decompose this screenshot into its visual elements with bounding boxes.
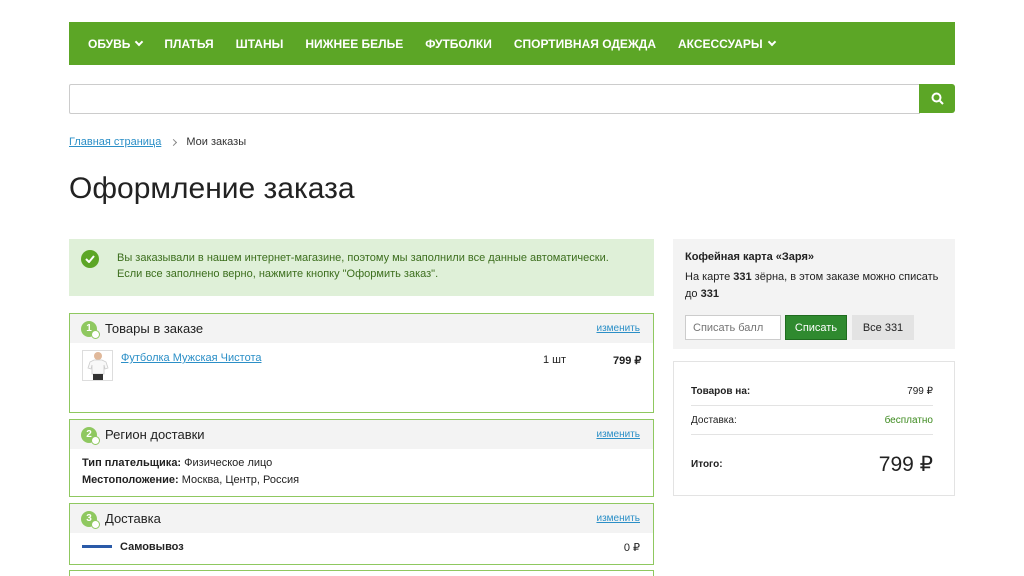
product-price: 799 ₽	[613, 355, 642, 367]
step-number-badge: 3	[81, 510, 100, 529]
product-name-link[interactable]: Футболка Мужская Чистота	[121, 352, 261, 364]
chevron-right-icon	[170, 138, 178, 146]
summary-total-label: Итого:	[691, 458, 723, 470]
coffee-card-title: Кофейная карта «Заря»	[685, 251, 815, 263]
nav-item-label: ФУТБОЛКИ	[425, 36, 492, 51]
delivery-price: 0 ₽	[623, 542, 640, 554]
notice-line: Вы заказывали в нашем интернет-магазине,…	[117, 252, 609, 264]
nav-item-underwear[interactable]: НИЖНЕЕ БЕЛЬЕ	[305, 37, 403, 51]
nav-item-pants[interactable]: ШТАНЫ	[236, 37, 284, 51]
tshirt-man-icon	[86, 352, 109, 380]
step-number-badge: 2	[81, 426, 100, 445]
nav-item-label: НИЖНЕЕ БЕЛЬЕ	[305, 36, 404, 51]
search-input[interactable]	[69, 84, 920, 114]
nav-item-accessories[interactable]: АКСЕССУАРЫ	[678, 36, 776, 51]
card-max-spend: 331	[700, 288, 719, 300]
nav-item-label: ШТАНЫ	[235, 36, 284, 51]
next-block	[69, 570, 654, 576]
goods-block-header: 1 Товары в заказе изменить	[70, 314, 653, 343]
spend-all-button[interactable]: Все 331	[852, 315, 914, 340]
goods-block: 1 Товары в заказе изменить Футболка Мужс…	[69, 313, 654, 413]
location-value: Москва, Центр, Россия	[181, 474, 300, 486]
summary-goods-label: Товаров на:	[691, 386, 751, 397]
summary-delivery-value: бесплатно	[884, 414, 933, 426]
delivery-method: Самовывоз	[120, 541, 184, 553]
card-text-prefix: На карте	[685, 271, 734, 283]
payer-type-row: Тип плательщика: Физическое лицо	[82, 455, 641, 472]
region-block-title: Регион доставки	[105, 427, 205, 442]
notice-line: Если все заполнено верно, нажмите кнопку…	[117, 268, 439, 280]
goods-block-title: Товары в заказе	[105, 321, 204, 336]
nav-item-label: ПЛАТЬЯ	[164, 36, 214, 51]
spend-points-input[interactable]	[685, 315, 781, 340]
nav-item-label: СПОРТИВНАЯ ОДЕЖДА	[513, 36, 656, 51]
summary-goods-value: 799 ₽	[907, 386, 933, 397]
goods-edit-link[interactable]: изменить	[596, 323, 640, 334]
breadcrumb-home-link[interactable]: Главная страница	[69, 136, 161, 148]
page-title: Оформление заказа	[69, 172, 355, 205]
notice-text: Вы заказывали в нашем интернет-магазине,…	[117, 250, 609, 285]
coffee-card-actions: Списать Все 331	[685, 315, 943, 340]
chevron-down-icon	[767, 37, 776, 46]
payer-type-value: Физическое лицо	[184, 457, 273, 469]
pickup-logo	[82, 545, 112, 548]
checkmark-icon	[81, 250, 99, 268]
breadcrumb-current: Мои заказы	[186, 136, 247, 148]
product-thumbnail[interactable]	[82, 350, 113, 381]
region-block: 2 Регион доставки изменить Тип плательщи…	[69, 419, 654, 497]
delivery-block-title: Доставка	[105, 511, 161, 526]
location-row: Местоположение: Москва, Центр, Россия	[82, 472, 641, 489]
product-quantity: 1 шт	[543, 354, 567, 366]
nav-item-label: ОБУВЬ	[88, 36, 131, 51]
summary-total-value: 799 ₽	[878, 452, 933, 476]
search-button[interactable]	[919, 84, 955, 113]
nav-item-sportswear[interactable]: СПОРТИВНАЯ ОДЕЖДА	[514, 37, 656, 51]
delivery-edit-link[interactable]: изменить	[596, 513, 640, 524]
region-details: Тип плательщика: Физическое лицо Местопо…	[70, 449, 653, 495]
summary-goods-row: Товаров на: 799 ₽	[691, 362, 933, 406]
nav-item-dresses[interactable]: ПЛАТЬЯ	[164, 37, 213, 51]
spend-button[interactable]: Списать	[785, 315, 847, 340]
main-nav: ОБУВЬ ПЛАТЬЯ ШТАНЫ НИЖНЕЕ БЕЛЬЕ ФУТБОЛКИ…	[69, 22, 955, 65]
delivery-block-header: 3 Доставка изменить	[70, 504, 653, 533]
coffee-card-panel: Кофейная карта «Заря» На карте 331 зёрна…	[673, 239, 955, 349]
summary-delivery-row: Доставка: бесплатно	[691, 406, 933, 435]
chevron-down-icon	[135, 37, 144, 46]
nav-item-shoes[interactable]: ОБУВЬ	[88, 36, 144, 51]
payer-type-label: Тип плательщика:	[82, 457, 182, 469]
card-balance: 331	[733, 271, 752, 283]
breadcrumb: Главная страница Мои заказы	[69, 136, 246, 148]
delivery-block: 3 Доставка изменить Самовывоз 0 ₽	[69, 503, 654, 565]
coffee-card-text: На карте 331 зёрна, в этом заказе можно …	[685, 269, 943, 303]
region-block-header: 2 Регион доставки изменить	[70, 420, 653, 449]
nav-item-label: АКСЕССУАРЫ	[678, 36, 763, 51]
search-icon	[931, 92, 944, 105]
step-number-badge: 1	[81, 320, 100, 339]
summary-total-row: Итого: 799 ₽	[691, 435, 933, 493]
autofill-notice: Вы заказывали в нашем интернет-магазине,…	[69, 239, 654, 296]
nav-item-tshirts[interactable]: ФУТБОЛКИ	[425, 37, 492, 51]
order-summary: Товаров на: 799 ₽ Доставка: бесплатно Ит…	[673, 361, 955, 496]
location-label: Местоположение:	[82, 474, 179, 486]
summary-delivery-label: Доставка:	[691, 414, 737, 426]
region-edit-link[interactable]: изменить	[596, 429, 640, 440]
